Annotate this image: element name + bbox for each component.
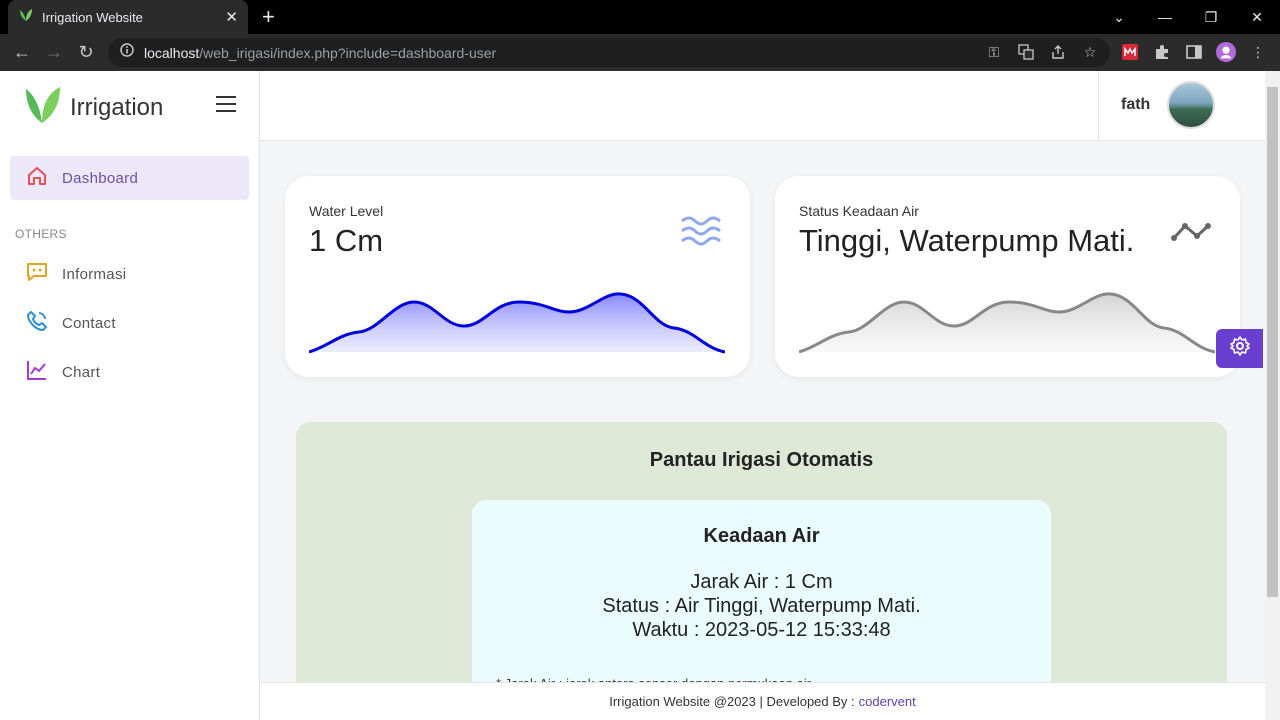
url-host: localhost (144, 44, 200, 61)
page: Irrigation Dashboard OTHERS Informasi Co… (0, 71, 1280, 720)
status-air: Status : Air Tinggi, Waterpump Mati. (602, 595, 921, 617)
card-label: Water Level (309, 203, 384, 219)
waktu: Waktu : 2023-05-12 15:33:48 (632, 619, 891, 641)
card-label: Status Keadaan Air (799, 203, 919, 219)
new-tab-button[interactable]: + (262, 6, 275, 28)
brand-name: Irrigation (70, 93, 164, 121)
chat-icon (26, 261, 48, 288)
home-icon (26, 165, 48, 192)
waves-icon (681, 216, 721, 251)
status-sparkline (799, 292, 1215, 354)
sidebar-item-contact[interactable]: Contact (10, 303, 249, 343)
water-level-sparkline (309, 292, 725, 354)
section-label-others: OTHERS (15, 227, 67, 241)
browser-menu-icon[interactable]: ⋮ (1248, 42, 1268, 62)
sidebar: Irrigation Dashboard OTHERS Informasi Co… (0, 71, 260, 720)
brand[interactable]: Irrigation (24, 85, 163, 130)
extension-red-icon[interactable] (1120, 42, 1140, 62)
browser-tabbar: Irrigation Website ✕ + ⌄ — ❐ ✕ (0, 0, 1280, 34)
menu-toggle-icon[interactable] (216, 96, 236, 112)
user-menu[interactable]: fath (1098, 71, 1265, 141)
profile-avatar-icon[interactable] (1216, 42, 1236, 62)
sidebar-item-label: Chart (62, 363, 101, 381)
address-bar[interactable]: localhost/web_irigasi/index.php?include=… (108, 38, 1110, 67)
key-icon[interactable]: ⚿ (984, 42, 1004, 62)
browser-tab[interactable]: Irrigation Website ✕ (8, 0, 248, 34)
card-value: 1 Cm (309, 223, 384, 258)
monitor-title: Pantau Irigasi Otomatis (649, 449, 874, 471)
scrollbar-thumb[interactable] (1267, 87, 1278, 597)
status-box-title: Keadaan Air (703, 525, 820, 547)
settings-gear-button[interactable] (1216, 329, 1263, 368)
tab-search-icon[interactable]: ⌄ (1096, 0, 1142, 34)
back-icon[interactable]: ← (7, 34, 37, 71)
gear-icon (1229, 336, 1250, 361)
browser-toolbar: ← → ↻ localhost/web_irigasi/index.php?in… (0, 34, 1280, 71)
sidebar-item-label: Informasi (62, 265, 127, 283)
tab-title: Irrigation Website (42, 9, 143, 25)
sidebar-item-label: Dashboard (62, 169, 139, 187)
sidebar-item-chart[interactable]: Chart (10, 352, 249, 392)
phone-icon (26, 310, 48, 337)
avatar[interactable] (1167, 81, 1215, 129)
side-panel-icon[interactable] (1184, 42, 1204, 62)
reload-icon[interactable]: ↻ (71, 34, 101, 71)
leaf-logo-icon (24, 85, 62, 130)
monitor-panel: Pantau Irigasi Otomatis Keadaan Air Jara… (296, 422, 1227, 720)
footer-text: Irrigation Website @2023 | Developed By … (609, 694, 855, 709)
sidebar-item-label: Contact (62, 314, 116, 332)
topbar: fath (260, 71, 1265, 141)
share-icon[interactable] (1048, 42, 1068, 62)
scrollbar[interactable] (1265, 71, 1280, 720)
close-window-icon[interactable]: ✕ (1234, 0, 1280, 34)
water-level-card: Water Level 1 Cm (285, 176, 750, 377)
restore-icon[interactable]: ❐ (1188, 0, 1234, 34)
footer: Irrigation Website @2023 | Developed By … (260, 682, 1265, 720)
bookmark-star-icon[interactable]: ☆ (1080, 42, 1100, 62)
info-icon[interactable] (120, 43, 134, 62)
jarak-air: Jarak Air : 1 Cm (690, 571, 833, 593)
username: fath (1121, 96, 1151, 113)
leaf-favicon-icon (18, 7, 34, 28)
sidebar-item-dashboard[interactable]: Dashboard (10, 156, 249, 200)
url-path: /web_irigasi/index.php?include=dashboard… (199, 44, 497, 61)
card-value: Tinggi, Waterpump Mati. (799, 223, 1135, 258)
sidebar-item-informasi[interactable]: Informasi (10, 254, 249, 294)
activity-icon (1171, 220, 1211, 249)
chart-icon (26, 359, 48, 386)
footer-link[interactable]: codervent (859, 694, 916, 709)
forward-icon[interactable]: → (39, 34, 69, 71)
translate-icon[interactable] (1016, 42, 1036, 62)
extensions-puzzle-icon[interactable] (1152, 42, 1172, 62)
minimize-icon[interactable]: — (1142, 0, 1188, 34)
status-card: Status Keadaan Air Tinggi, Waterpump Mat… (775, 176, 1240, 377)
tab-close-icon[interactable]: ✕ (225, 8, 238, 26)
